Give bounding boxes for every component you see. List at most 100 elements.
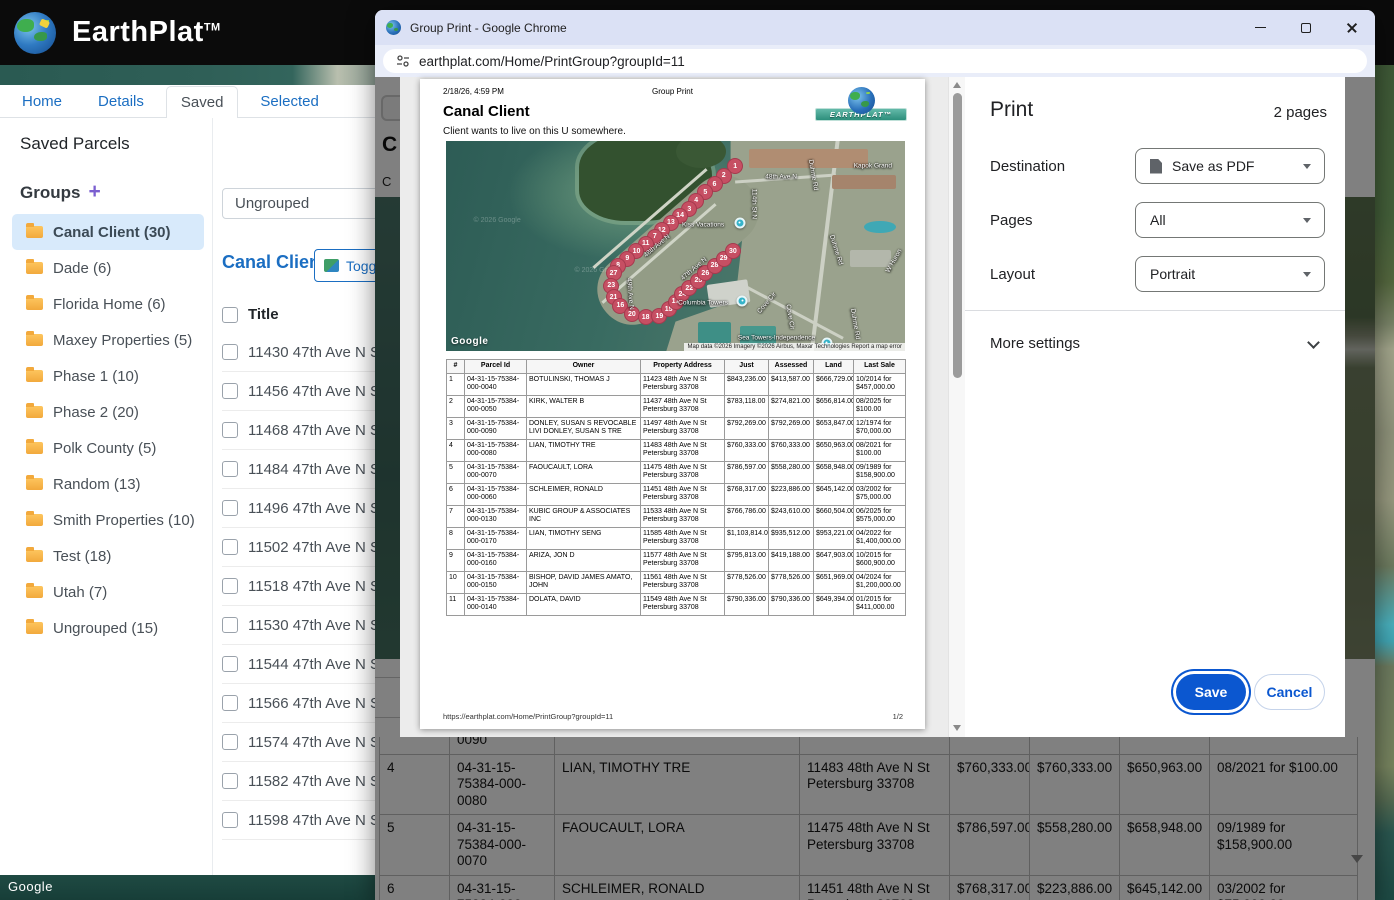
row-checkbox[interactable] (222, 500, 238, 516)
folder-icon (26, 406, 43, 418)
group-item[interactable]: Phase 1 (10) (12, 358, 204, 394)
window-title: Group Print - Google Chrome (410, 21, 567, 35)
parcel-marker[interactable]: 30 (725, 243, 741, 259)
pages-dropdown[interactable]: All (1135, 202, 1325, 238)
scrollbar-thumb[interactable] (953, 93, 962, 378)
list-item[interactable]: 11530 47th Ave N St (222, 606, 375, 645)
preview-heading: Canal Client (443, 103, 530, 120)
table-row: 1004-31-15-75384-000-0150BISHOP, DAVID J… (447, 571, 906, 593)
select-all-checkbox[interactable] (222, 307, 238, 323)
table-cell: 03/2002 for $75,000.00 (854, 483, 906, 505)
row-checkbox[interactable] (222, 422, 238, 438)
minimize-button[interactable] (1237, 10, 1283, 45)
tab-saved[interactable]: Saved (166, 86, 239, 119)
destination-dropdown[interactable]: Save as PDF (1135, 148, 1325, 184)
list-item[interactable]: 11566 47th Ave N St (222, 684, 375, 723)
row-checkbox[interactable] (222, 383, 238, 399)
tab-details[interactable]: Details (84, 86, 158, 117)
list-item[interactable]: 11598 47th Ave N St (222, 801, 375, 840)
list-item[interactable]: 11496 47th Ave N St (222, 489, 375, 528)
row-checkbox[interactable] (222, 617, 238, 633)
list-item[interactable]: 11484 47th Ave N St (222, 450, 375, 489)
table-cell: 11423 48th Ave N St Petersburg 33708 (641, 373, 725, 395)
print-settings-panel: Print 2 pages Destination Save as PDF Pa… (965, 77, 1345, 737)
row-checkbox[interactable] (222, 734, 238, 750)
dimmed-table-line (375, 677, 400, 678)
table-cell: $766,786.00 (725, 505, 769, 527)
tab-selected[interactable]: Selected (246, 86, 332, 117)
table-cell: 04-31-15-75384-000-0050 (465, 395, 527, 417)
background-map-strip-right (1375, 65, 1394, 900)
site-settings-icon[interactable] (395, 53, 411, 69)
group-item[interactable]: Dade (6) (12, 250, 204, 286)
group-item[interactable]: Florida Home (6) (12, 286, 204, 322)
group-item[interactable]: Polk County (5) (12, 430, 204, 466)
brand-text: EarthPlat (72, 16, 204, 48)
add-group-button[interactable]: + (88, 180, 100, 203)
row-checkbox[interactable] (222, 578, 238, 594)
table-cell: $650,963.00 (814, 439, 854, 461)
group-item[interactable]: Maxey Properties (5) (12, 322, 204, 358)
destination-label: Destination (990, 158, 1065, 175)
table-row: 504-31-15-75384-000-0070FAOUCAULT, LORA1… (380, 815, 1358, 876)
scrollbar-down-icon[interactable] (953, 725, 961, 731)
url-bar[interactable]: earthplat.com/Home/PrintGroup?groupId=11 (383, 49, 1367, 73)
table-cell: $413,587.00 (769, 373, 814, 395)
group-item[interactable]: Ungrouped (15) (12, 610, 204, 646)
column-header: Land (814, 360, 854, 374)
group-label: Florida Home (6) (53, 296, 166, 313)
more-settings-toggle[interactable]: More settings (990, 335, 1080, 352)
table-row: 604-31-15-75384-000-0060SCHLEIMER, RONAL… (380, 875, 1358, 900)
table-cell: $760,333.00 (725, 439, 769, 461)
cancel-button[interactable]: Cancel (1254, 674, 1325, 710)
list-item[interactable]: 11574 47th Ave N St (222, 723, 375, 762)
row-checkbox[interactable] (222, 344, 238, 360)
list-item[interactable]: 11518 47th Ave N St (222, 567, 375, 606)
tab-home[interactable]: Home (8, 86, 76, 117)
table-cell: $558,280.00 (1030, 815, 1120, 876)
group-item[interactable]: Utah (7) (12, 574, 204, 610)
group-item[interactable]: Test (18) (12, 538, 204, 574)
table-cell: 4 (380, 754, 450, 815)
row-checkbox[interactable] (222, 656, 238, 672)
group-item[interactable]: Canal Client (30) (12, 214, 204, 250)
table-cell: SCHLEIMER, RONALD (527, 483, 641, 505)
close-button[interactable] (1329, 10, 1375, 45)
table-cell: 6 (447, 483, 465, 505)
folder-icon (26, 442, 43, 454)
list-item[interactable]: 11502 47th Ave N St (222, 528, 375, 567)
group-label: Polk County (5) (53, 440, 156, 457)
maximize-button[interactable] (1283, 10, 1329, 45)
list-item[interactable]: 11468 47th Ave N St (222, 411, 375, 450)
table-cell: $792,269.00 (769, 417, 814, 439)
table-cell: $843,236.00 (725, 373, 769, 395)
row-checkbox[interactable] (222, 812, 238, 828)
row-checkbox[interactable] (222, 695, 238, 711)
group-filter-select[interactable]: Ungrouped (222, 188, 380, 219)
save-button[interactable]: Save (1176, 674, 1246, 710)
list-item[interactable]: 11456 47th Ave N St (222, 372, 375, 411)
dropdown-caret-icon (1303, 272, 1311, 277)
preview-logo: EARTHPLAT™ (815, 87, 907, 121)
row-checkbox[interactable] (222, 461, 238, 477)
window-titlebar[interactable]: Group Print - Google Chrome (375, 10, 1375, 45)
row-checkbox[interactable] (222, 773, 238, 789)
list-item[interactable]: 11544 47th Ave N St (222, 645, 375, 684)
preview-scrollbar[interactable] (948, 77, 965, 737)
group-item[interactable]: Phase 2 (20) (12, 394, 204, 430)
group-heading: Canal Client (222, 252, 326, 273)
table-cell: 11561 48th Ave N St Petersburg 33708 (641, 571, 725, 593)
group-item[interactable]: Random (13) (12, 466, 204, 502)
scrollbar-up-icon[interactable] (953, 82, 961, 88)
report-map-error-link[interactable]: Report a map error (851, 344, 902, 350)
row-checkbox[interactable] (222, 539, 238, 555)
table-cell: 10/2015 for $600,900.00 (854, 549, 906, 571)
table-cell: $650,963.00 (1120, 754, 1210, 815)
group-item[interactable]: Smith Properties (10) (12, 502, 204, 538)
chevron-down-icon[interactable] (1307, 336, 1320, 349)
layout-dropdown[interactable]: Portrait (1135, 256, 1325, 292)
list-item[interactable]: 11582 47th Ave N St (222, 762, 375, 801)
list-header-row: Title (222, 306, 279, 323)
preview-map: © 2026 Google © 2026 Google Google Map d… (446, 141, 905, 351)
list-item[interactable]: 11430 47th Ave N St (222, 333, 375, 372)
